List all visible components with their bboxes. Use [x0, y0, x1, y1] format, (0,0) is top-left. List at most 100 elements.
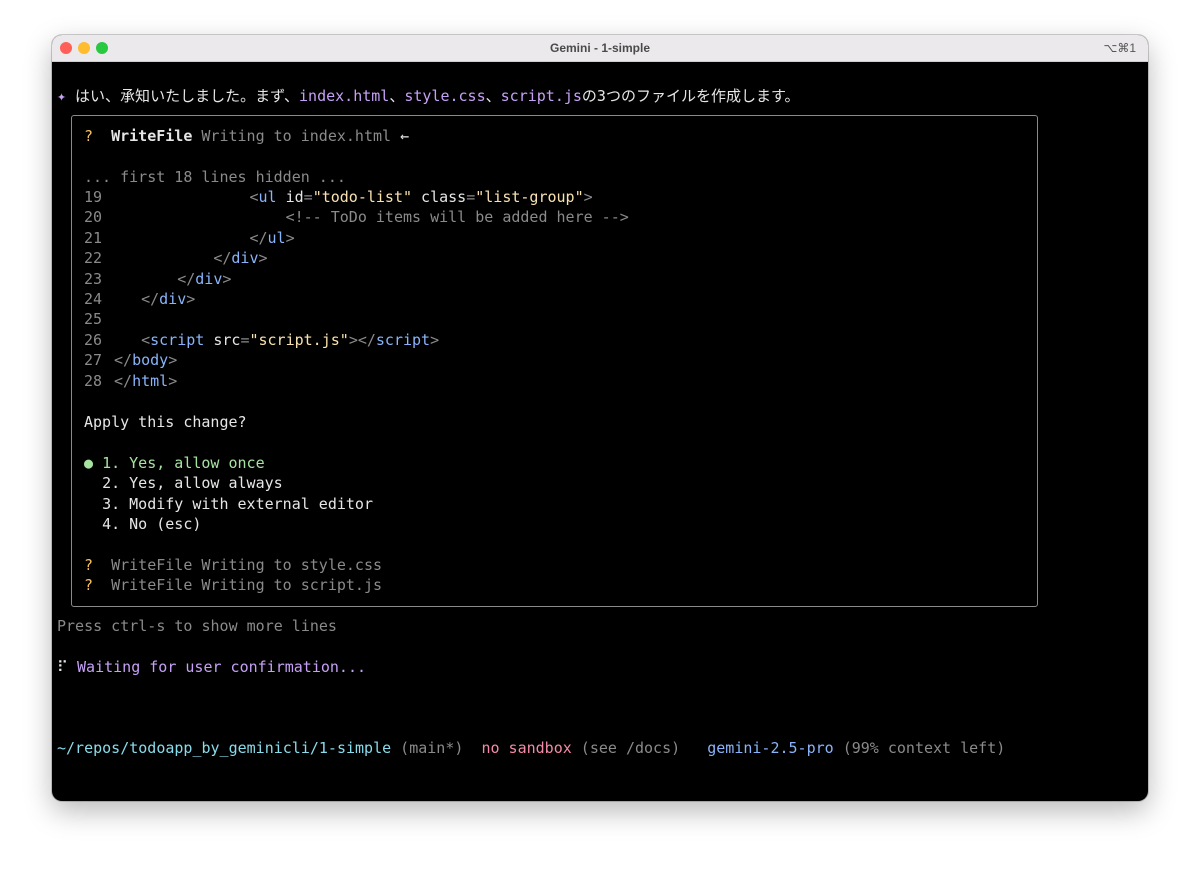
code-token: div	[195, 269, 223, 288]
code-token: </	[249, 228, 268, 247]
line-number: 28	[84, 371, 103, 390]
window-shortcut: ⌥⌘1	[1103, 41, 1136, 55]
code-token: =	[303, 188, 313, 206]
option-item[interactable]: 3. Modify with external editor	[84, 494, 373, 514]
line-number: 19	[84, 188, 103, 206]
code-token: >	[285, 228, 295, 247]
code-line: 25	[84, 309, 114, 329]
code-token: <	[249, 188, 259, 206]
code-line: 23 </div>	[84, 269, 231, 289]
tool-confirmation-panel: ? WriteFile Writing to index.html ← ... …	[71, 115, 1038, 607]
code-token: >	[583, 188, 593, 206]
code-token: body	[132, 351, 169, 370]
code-line: 20 <!-- ToDo items will be added here --…	[84, 207, 629, 227]
footer-context: (99% context left)	[842, 739, 1006, 757]
code-line: 19 <ul id="todo-list" class="list-group"…	[84, 187, 593, 207]
option-spacer	[84, 474, 93, 492]
code-token: div	[159, 290, 187, 308]
line-number: 27	[84, 351, 103, 370]
pending-tool-desc: Writing to script.js	[201, 576, 383, 595]
option-item[interactable]: 4. No (esc)	[84, 514, 201, 534]
option-spacer	[84, 495, 93, 513]
code-token: class	[412, 188, 467, 206]
code-line: 28 </html>	[84, 371, 177, 391]
footer-branch: (main*)	[400, 739, 464, 757]
option-spacer	[84, 515, 93, 533]
code-token: =	[466, 188, 476, 206]
code-token: </	[114, 351, 133, 370]
footer-path: ~/repos/todoapp_by_geminicli/1-simple	[57, 739, 392, 757]
message-file-script: script.js	[500, 87, 582, 105]
footer-model: gemini-2.5-pro	[707, 739, 834, 757]
code-token: <	[141, 330, 151, 349]
question-mark-icon: ?	[84, 127, 94, 145]
terminal-window: Gemini - 1-simple ⌥⌘1 ✦ はい、承知いたしました。まず、i…	[52, 35, 1148, 801]
pending-tool-name: WriteFile	[111, 556, 193, 574]
code-token: script	[150, 330, 205, 349]
tool-header: ? WriteFile Writing to index.html ←	[84, 126, 409, 146]
code-token: "script.js"	[249, 330, 349, 349]
option-label: 3. Modify with external editor	[102, 494, 373, 513]
message-suffix: の3つのファイルを作成します。	[581, 87, 800, 105]
message-prefix: はい、承知いたしました。まず、	[66, 87, 300, 105]
code-line: 21 </ul>	[84, 228, 295, 248]
message-file-index: index.html	[299, 87, 390, 105]
message-sep-1: 、	[389, 87, 405, 105]
window-title: Gemini - 1-simple	[549, 41, 651, 55]
code-token: >	[168, 351, 178, 370]
assistant-message: ✦ はい、承知いたしました。まず、index.html、style.css、sc…	[57, 86, 799, 106]
code-token: script	[375, 330, 431, 349]
code-token: src	[204, 330, 241, 349]
option-item[interactable]: 2. Yes, allow always	[84, 473, 283, 493]
code-token: div	[231, 249, 259, 268]
selected-dot-icon: ●	[84, 454, 94, 472]
code-line: 24 </div>	[84, 289, 195, 309]
tool-name: WriteFile	[111, 127, 193, 145]
code-token: >	[186, 290, 196, 308]
line-number: 25	[84, 310, 103, 329]
pending-tool: ? WriteFile Writing to script.js	[84, 575, 382, 595]
code-token: "list-group"	[475, 188, 584, 206]
option-item[interactable]: ● 1. Yes, allow once	[84, 453, 265, 473]
code-token: </	[177, 269, 196, 288]
pending-tool-desc: Writing to style.css	[201, 556, 383, 574]
line-number: 24	[84, 290, 103, 308]
code-token: ul	[258, 188, 277, 206]
footer-sandbox-note: (see /docs)	[580, 739, 681, 757]
option-label: 4. No (esc)	[102, 515, 202, 534]
code-token: ul	[267, 228, 286, 247]
title-bar: Gemini - 1-simple ⌥⌘1	[52, 35, 1148, 62]
hidden-lines-note: ... first 18 lines hidden ...	[84, 168, 346, 186]
question-mark-icon: ?	[84, 556, 94, 574]
line-number: 26	[84, 330, 103, 349]
pending-tool-name: WriteFile	[111, 576, 193, 595]
code-token: ></	[348, 330, 376, 349]
message-file-style: style.css	[404, 87, 486, 105]
pending-tool: ? WriteFile Writing to style.css	[84, 555, 382, 575]
more-lines-hint: Press ctrl-s to show more lines	[57, 617, 337, 635]
code-token: </	[213, 249, 232, 268]
spark-icon: ✦	[57, 87, 67, 105]
code-token: "todo-list"	[312, 188, 413, 206]
option-label: 2. Yes, allow always	[102, 474, 283, 493]
tool-desc: Writing to index.html	[201, 127, 392, 145]
code-token: >	[258, 249, 268, 268]
code-token: </	[141, 290, 160, 308]
question-mark-icon: ?	[84, 576, 94, 595]
arrow-left-icon: ←	[400, 127, 410, 145]
code-token: <!-- ToDo items will be added here -->	[285, 208, 629, 227]
code-token: >	[222, 269, 232, 288]
line-number: 22	[84, 249, 103, 268]
line-number: 23	[84, 269, 103, 288]
code-line: 27 </body>	[84, 350, 177, 370]
code-token: </	[114, 371, 133, 390]
line-number: 20	[84, 208, 103, 227]
message-sep-2: 、	[485, 87, 501, 105]
